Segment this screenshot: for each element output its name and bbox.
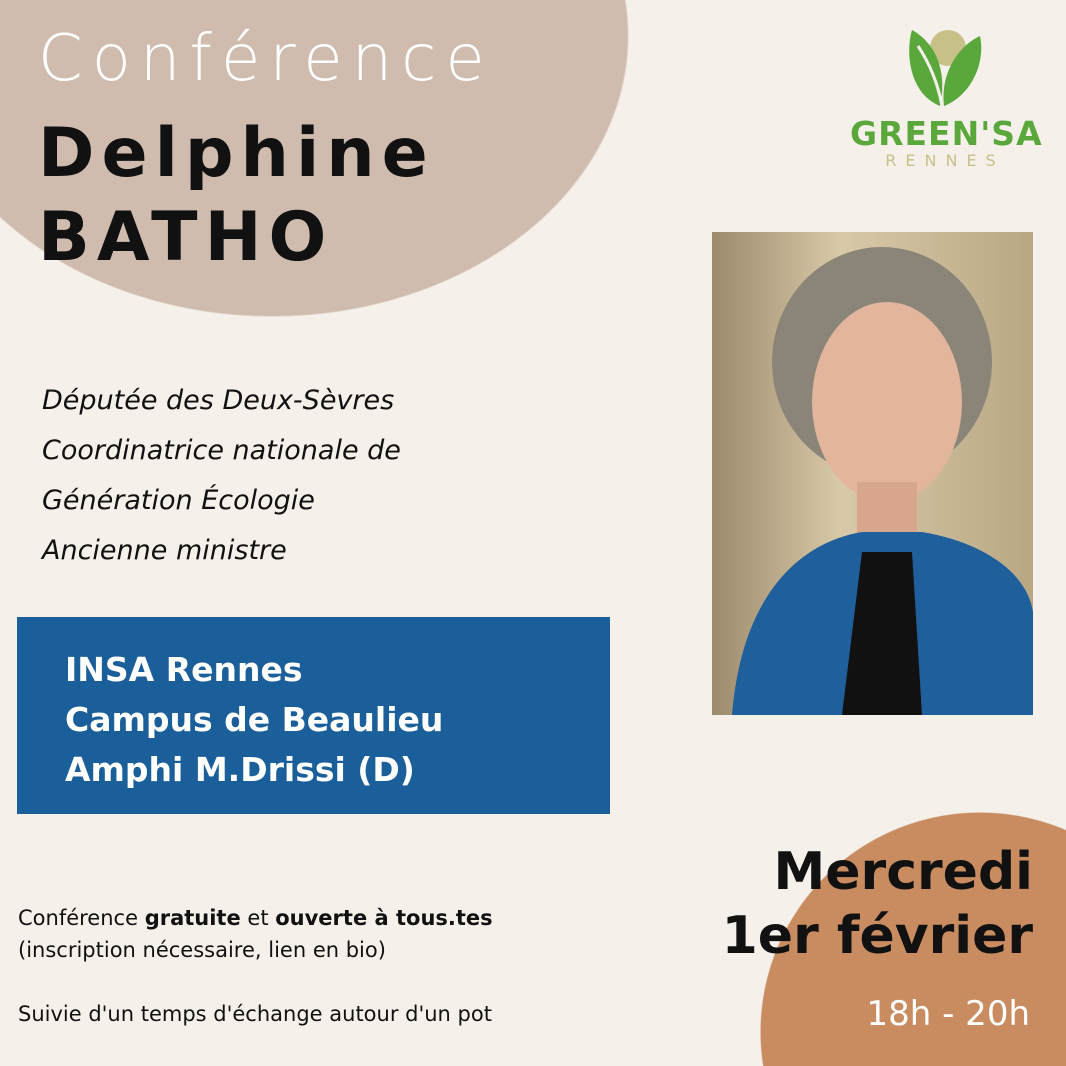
- leaf-icon: [909, 30, 982, 107]
- role: Coordinatrice nationale de: [42, 435, 401, 466]
- location-line: Campus de Beaulieu: [65, 700, 444, 739]
- speaker-first-name: Delphine: [38, 114, 435, 193]
- info-text: et: [240, 906, 276, 930]
- event-time: 18h - 20h: [866, 994, 1030, 1034]
- event-day-date: 1er février: [721, 906, 1033, 966]
- info-text: Conférence: [18, 906, 145, 930]
- info-line-2: (inscription nécessaire, lien en bio): [18, 938, 386, 962]
- info-line-3: Suivie d'un temps d'échange autour d'un …: [18, 1002, 492, 1026]
- info-bold: gratuite: [144, 906, 241, 930]
- role: Ancienne ministre: [42, 535, 287, 566]
- event-info: Conférence gratuite et ouverte à tous.te…: [18, 902, 493, 1030]
- speaker-photo: [712, 232, 1033, 715]
- role: Députée des Deux-Sèvres: [42, 385, 395, 416]
- event-day: Mercredi: [773, 842, 1033, 902]
- location-line: INSA Rennes: [65, 650, 303, 689]
- speaker-last-name: BATHO: [38, 198, 334, 277]
- speaker-roles: Députée des Deux-Sèvres Coordinatrice na…: [42, 376, 401, 576]
- info-bold: ouverte à tous.tes: [275, 906, 493, 930]
- greensa-logo: GREEN'SA RENNES: [850, 24, 1043, 170]
- logo-name: GREEN'SA: [850, 114, 1043, 153]
- event-type: Conférence: [38, 22, 494, 96]
- role: Génération Écologie: [42, 485, 315, 516]
- location-line: Amphi M.Drissi (D): [65, 750, 415, 789]
- speaker-name: Delphine BATHO: [38, 112, 435, 280]
- info-line-1: Conférence gratuite et ouverte à tous.te…: [18, 902, 493, 934]
- event-date: Mercredi 1er février: [722, 840, 1033, 968]
- logo-city: RENNES: [885, 151, 1005, 170]
- location-box: INSA Rennes Campus de Beaulieu Amphi M.D…: [17, 617, 610, 814]
